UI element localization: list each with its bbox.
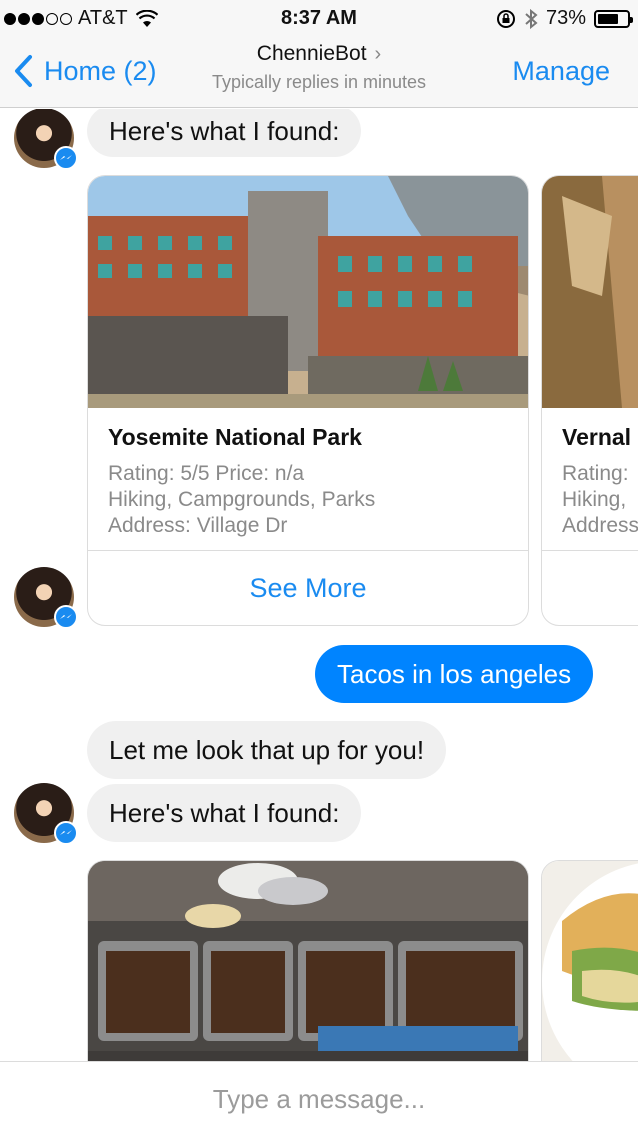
card-title: Yosemite National Park: [108, 424, 362, 450]
bluetooth-icon: [525, 8, 538, 29]
bot-avatar[interactable]: [14, 109, 78, 170]
orientation-lock-icon: [496, 9, 515, 28]
conversation-header: Home (2) ChennieBot › Typically replies …: [0, 36, 638, 108]
chevron-right-icon: ›: [374, 42, 382, 65]
vernal-photo: [542, 176, 638, 408]
bot-message-bubble: Let me look that up for you!: [87, 721, 447, 779]
card-rating: Rating: 5/5 Price: n/a: [108, 462, 305, 485]
bot-message-bubble: Here's what I found:: [87, 784, 362, 842]
battery-percent: 73%: [545, 7, 586, 29]
bot-avatar[interactable]: [14, 783, 78, 845]
result-card[interactable]: Vernal Rating: Hiking, Address: [541, 175, 638, 626]
messenger-badge-icon: [54, 605, 78, 629]
result-card[interactable]: [541, 860, 638, 1061]
card-categories: Hiking,: [562, 488, 627, 511]
result-card[interactable]: [87, 860, 529, 1061]
contact-name: ChennieBot: [256, 42, 367, 65]
message-thread[interactable]: Here's what I found: Yosemite National P…: [0, 109, 638, 1061]
status-bar: AT&T 8:37 AM 73%: [0, 0, 638, 36]
message-input[interactable]: [0, 1084, 638, 1115]
user-message-bubble: Tacos in los angeles: [315, 645, 594, 703]
see-more-button[interactable]: See More: [88, 550, 528, 625]
messenger-badge-icon: [54, 146, 78, 170]
tacos-plate-photo: [542, 861, 638, 1061]
card-button[interactable]: [542, 550, 638, 625]
messenger-badge-icon: [54, 821, 78, 845]
card-address: Address: [562, 514, 638, 537]
bot-message-bubble: Here's what I found:: [87, 109, 362, 157]
card-rating: Rating:: [562, 462, 629, 485]
card-address: Address: Village Dr: [108, 514, 288, 537]
manage-button[interactable]: Manage: [512, 56, 610, 87]
result-card[interactable]: Yosemite National Park Rating: 5/5 Price…: [87, 175, 529, 626]
card-title: Vernal: [562, 424, 632, 450]
status-right: 73%: [496, 7, 633, 30]
bot-avatar[interactable]: [14, 567, 78, 629]
tacos-photo: [88, 861, 528, 1061]
card-categories: Hiking, Campgrounds, Parks: [108, 488, 376, 511]
battery-icon: [594, 9, 633, 28]
message-composer: [0, 1061, 638, 1136]
yosemite-photo: [88, 176, 528, 408]
